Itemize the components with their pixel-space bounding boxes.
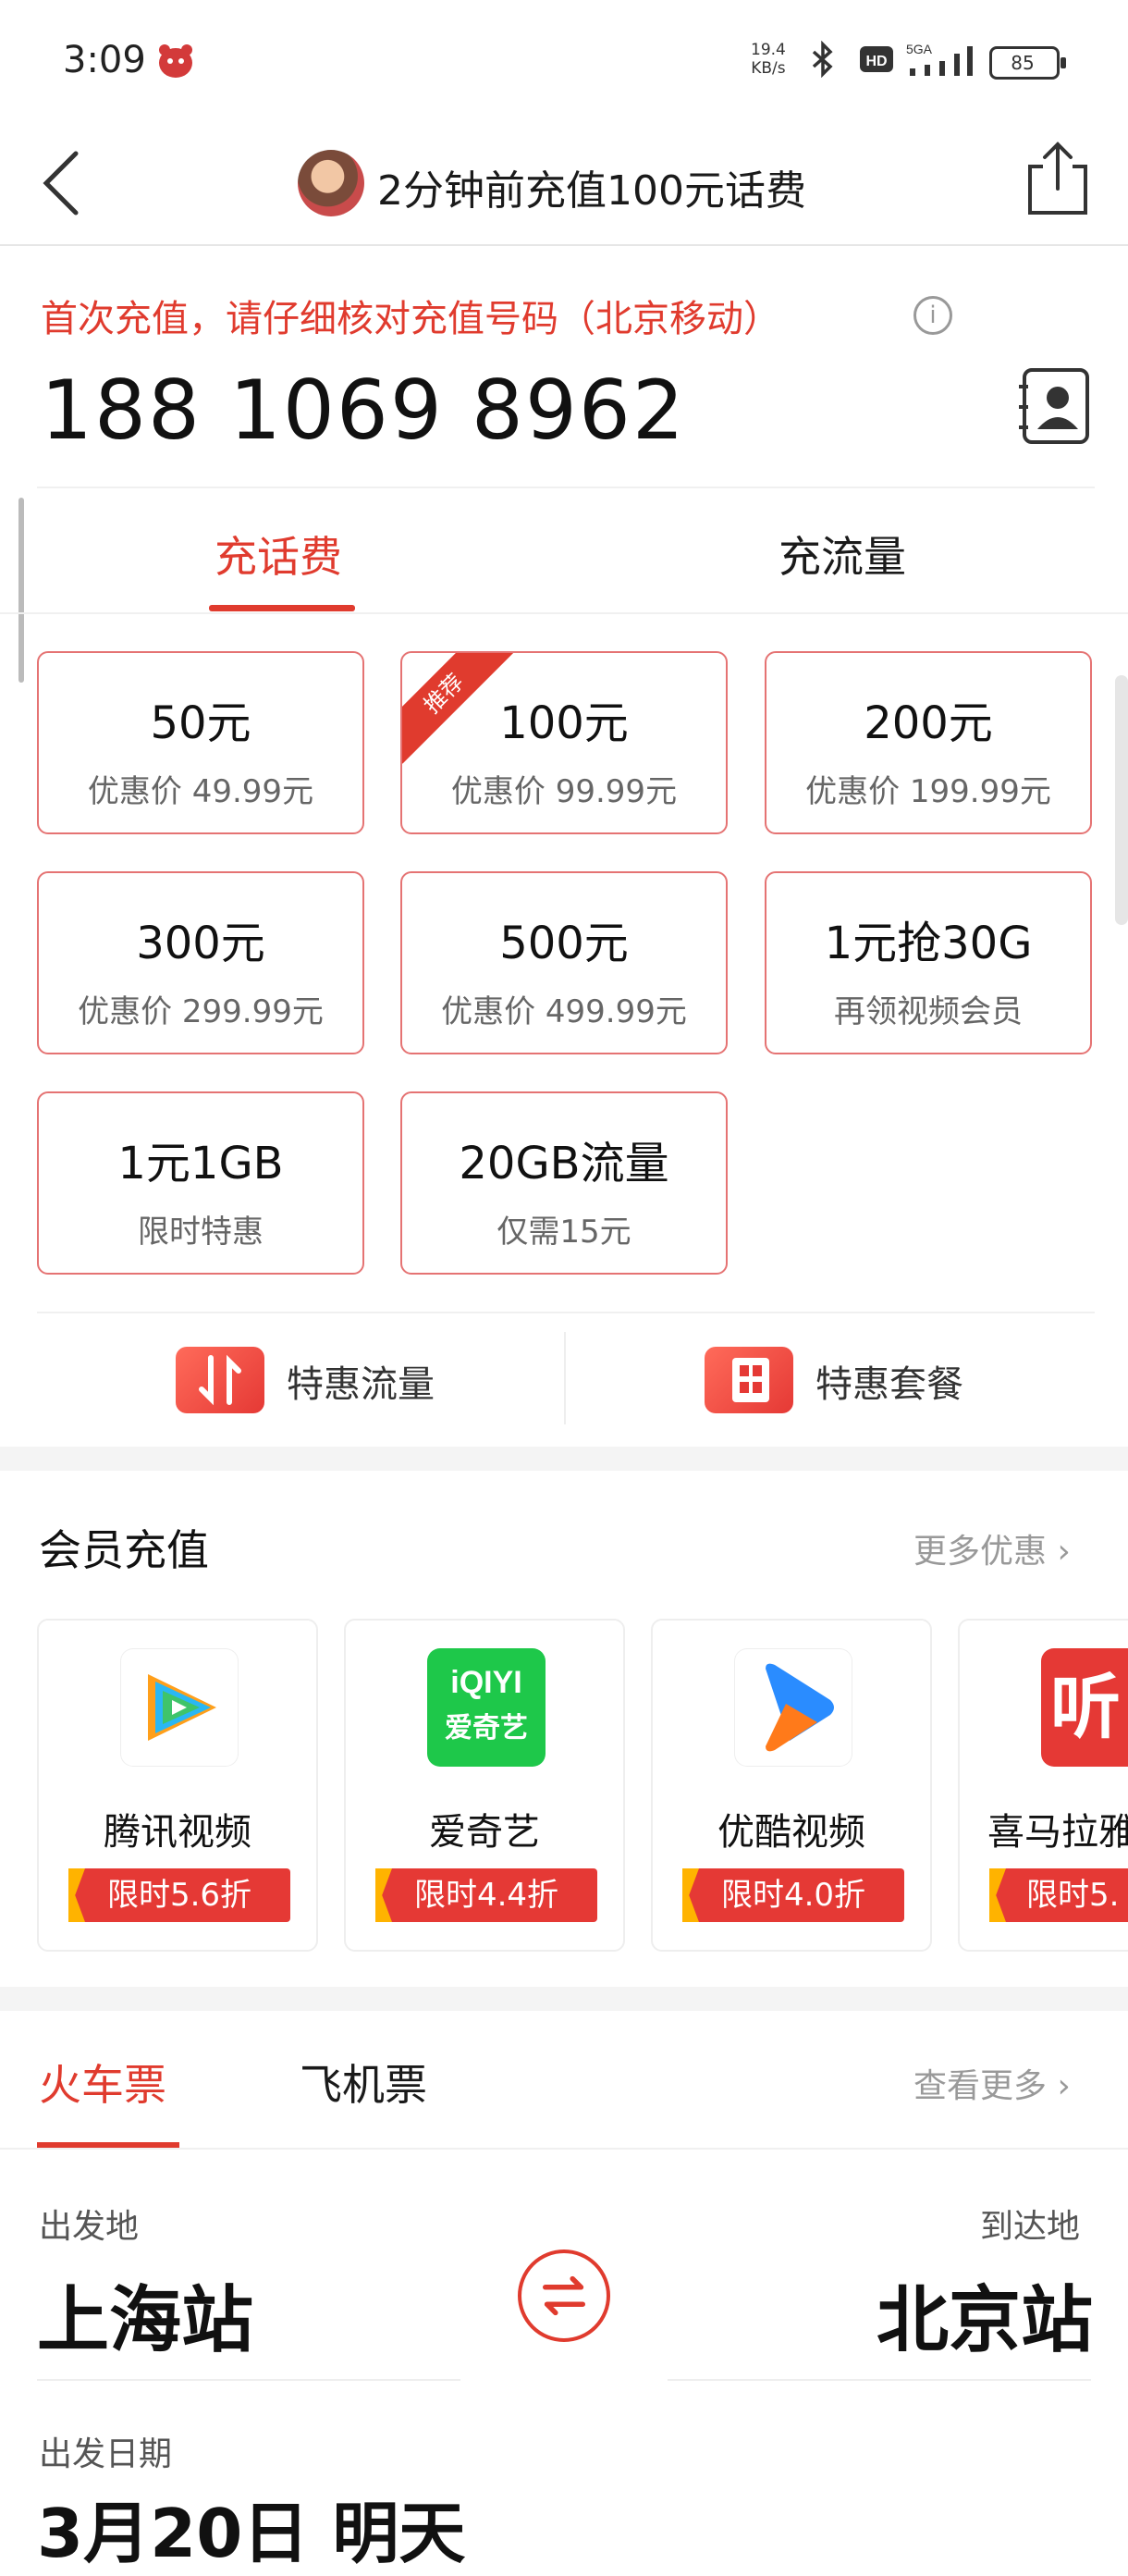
recharge-option-50[interactable]: 50元 优惠价 49.99元 — [37, 651, 364, 834]
recharge-option-100[interactable]: 推荐 100元 优惠价 99.99元 — [400, 651, 728, 834]
signal-icon: 5GA — [906, 42, 973, 76]
quick-link-traffic[interactable]: 特惠流量 — [176, 1332, 453, 1424]
membership-name: 腾讯视频 — [104, 1811, 251, 1854]
iqiyi-logo-text: iQIYI — [450, 1665, 522, 1700]
svg-text:HD: HD — [865, 54, 887, 69]
departure-date[interactable]: 3月20日 明天 — [37, 2479, 465, 2576]
recharge-option-30g[interactable]: 1元抢30G 再领视频会员 — [765, 871, 1092, 1054]
scrollbar[interactable] — [1115, 675, 1128, 925]
discount-badge: 限时4.4折 — [375, 1868, 597, 1922]
divider — [668, 2379, 1091, 2381]
discount-badge: 限时4.0折 — [682, 1868, 904, 1922]
network-speed: 19.4 KB/s — [751, 41, 786, 78]
chevron-right-icon: › — [1057, 2067, 1071, 2105]
option-amount: 200元 — [864, 697, 993, 749]
app-notification-icon — [159, 44, 192, 78]
option-amount: 20GB流量 — [459, 1138, 669, 1189]
youku-icon — [734, 1648, 852, 1767]
membership-iqiyi[interactable]: iQIYI 爱奇艺 爱奇艺 限时4.4折 — [344, 1619, 625, 1952]
traffic-icon — [176, 1347, 264, 1413]
avatar — [298, 150, 364, 216]
hd-icon: HD — [860, 46, 893, 72]
membership-title: 会员充值 — [39, 1525, 209, 1575]
option-price: 优惠价 99.99元 — [450, 773, 678, 810]
section-spacer — [0, 1987, 1128, 2011]
tab-train-tickets[interactable]: 火车票 — [39, 2052, 166, 2113]
to-label: 到达地 — [980, 2208, 1081, 2246]
quick-link-label: 特惠套餐 — [815, 1363, 963, 1406]
from-station[interactable]: 上海站 — [37, 2262, 253, 2366]
membership-tencent-video[interactable]: 腾讯视频 限时5.6折 — [37, 1619, 318, 1952]
recharge-option-300[interactable]: 300元 优惠价 299.99元 — [37, 871, 364, 1054]
divider — [0, 612, 1128, 614]
page-title: 2分钟前充值100元话费 — [377, 167, 806, 215]
view-more-link[interactable]: 查看更多 › — [913, 2059, 1071, 2107]
tencent-video-icon — [120, 1648, 239, 1767]
option-amount: 1元抢30G — [824, 918, 1033, 969]
option-price: 优惠价 499.99元 — [441, 993, 687, 1030]
view-more-label: 查看更多 — [913, 2067, 1048, 2105]
membership-name: 爱奇艺 — [429, 1811, 540, 1854]
scroll-indicator — [18, 498, 24, 683]
option-amount: 50元 — [150, 697, 251, 749]
option-price: 限时特惠 — [138, 1214, 264, 1251]
recharge-option-500[interactable]: 500元 优惠价 499.99元 — [400, 871, 728, 1054]
recharge-option-20gb[interactable]: 20GB流量 仅需15元 — [400, 1091, 728, 1275]
iqiyi-icon: iQIYI 爱奇艺 — [427, 1648, 546, 1767]
option-amount: 500元 — [499, 918, 629, 969]
back-button[interactable] — [37, 146, 102, 220]
option-price: 再领视频会员 — [834, 993, 1023, 1030]
option-price: 仅需15元 — [497, 1214, 631, 1251]
option-amount: 100元 — [499, 697, 629, 749]
quick-link-label: 特惠流量 — [287, 1363, 435, 1406]
info-icon[interactable]: i — [913, 296, 952, 335]
from-label: 出发地 — [39, 2208, 140, 2246]
title-bar: 2分钟前充值100元话费 — [0, 120, 1128, 246]
iqiyi-logo-subtext: 爱奇艺 — [445, 1712, 528, 1744]
divider — [37, 487, 1095, 488]
date-label: 出发日期 — [39, 2435, 173, 2473]
membership-name: 优酷视频 — [717, 1811, 865, 1854]
option-amount: 300元 — [136, 918, 265, 969]
membership-ximalaya[interactable]: 听 喜马拉雅 限时5. — [958, 1619, 1128, 1952]
ximalaya-icon: 听 — [1041, 1648, 1128, 1767]
membership-youku[interactable]: 优酷视频 限时4.0折 — [651, 1619, 932, 1952]
tab-phone-bill[interactable]: 充话费 — [215, 524, 342, 585]
membership-name: 喜马拉雅 — [987, 1811, 1128, 1854]
option-amount: 1元1GB — [117, 1138, 284, 1189]
option-price: 优惠价 199.99元 — [805, 773, 1051, 810]
discount-badge: 限时5. — [989, 1868, 1128, 1922]
more-offers-label: 更多优惠 — [913, 1533, 1048, 1571]
status-bar: 3:09 19.4 KB/s HD 5GA 85 — [0, 0, 1128, 120]
divider — [37, 2379, 460, 2381]
divider — [37, 1312, 1095, 1313]
active-tab-indicator — [209, 605, 355, 611]
phone-number[interactable]: 188 1069 8962 — [41, 363, 686, 458]
to-station[interactable]: 北京站 — [877, 2262, 1093, 2366]
tab-data[interactable]: 充流量 — [779, 524, 906, 585]
svg-text:5GA: 5GA — [906, 42, 933, 56]
status-time: 3:09 — [63, 39, 146, 81]
more-offers-link[interactable]: 更多优惠 › — [913, 1524, 1071, 1572]
discount-badge: 限时5.6折 — [68, 1868, 290, 1922]
tab-flight-tickets[interactable]: 飞机票 — [300, 2052, 427, 2113]
divider — [0, 2148, 1128, 2150]
first-recharge-notice: 首次充值，请仔细核对充值号码（北京移动） — [41, 298, 780, 340]
divider — [564, 1332, 566, 1424]
option-price: 优惠价 299.99元 — [78, 993, 324, 1030]
quick-link-package[interactable]: 特惠套餐 — [705, 1332, 982, 1424]
battery-icon: 85 — [989, 46, 1066, 80]
swap-stations-button[interactable] — [518, 2249, 610, 2342]
section-spacer — [0, 1447, 1128, 1471]
battery-level: 85 — [995, 52, 1050, 74]
bluetooth-icon — [812, 41, 833, 78]
chevron-right-icon: › — [1057, 1533, 1071, 1571]
recharge-option-200[interactable]: 200元 优惠价 199.99元 — [765, 651, 1092, 834]
sim-card-icon — [705, 1347, 793, 1413]
share-button[interactable] — [1024, 139, 1091, 218]
recharge-option-1gb[interactable]: 1元1GB 限时特惠 — [37, 1091, 364, 1275]
contacts-button[interactable] — [1015, 364, 1093, 448]
option-price: 优惠价 49.99元 — [87, 773, 314, 810]
